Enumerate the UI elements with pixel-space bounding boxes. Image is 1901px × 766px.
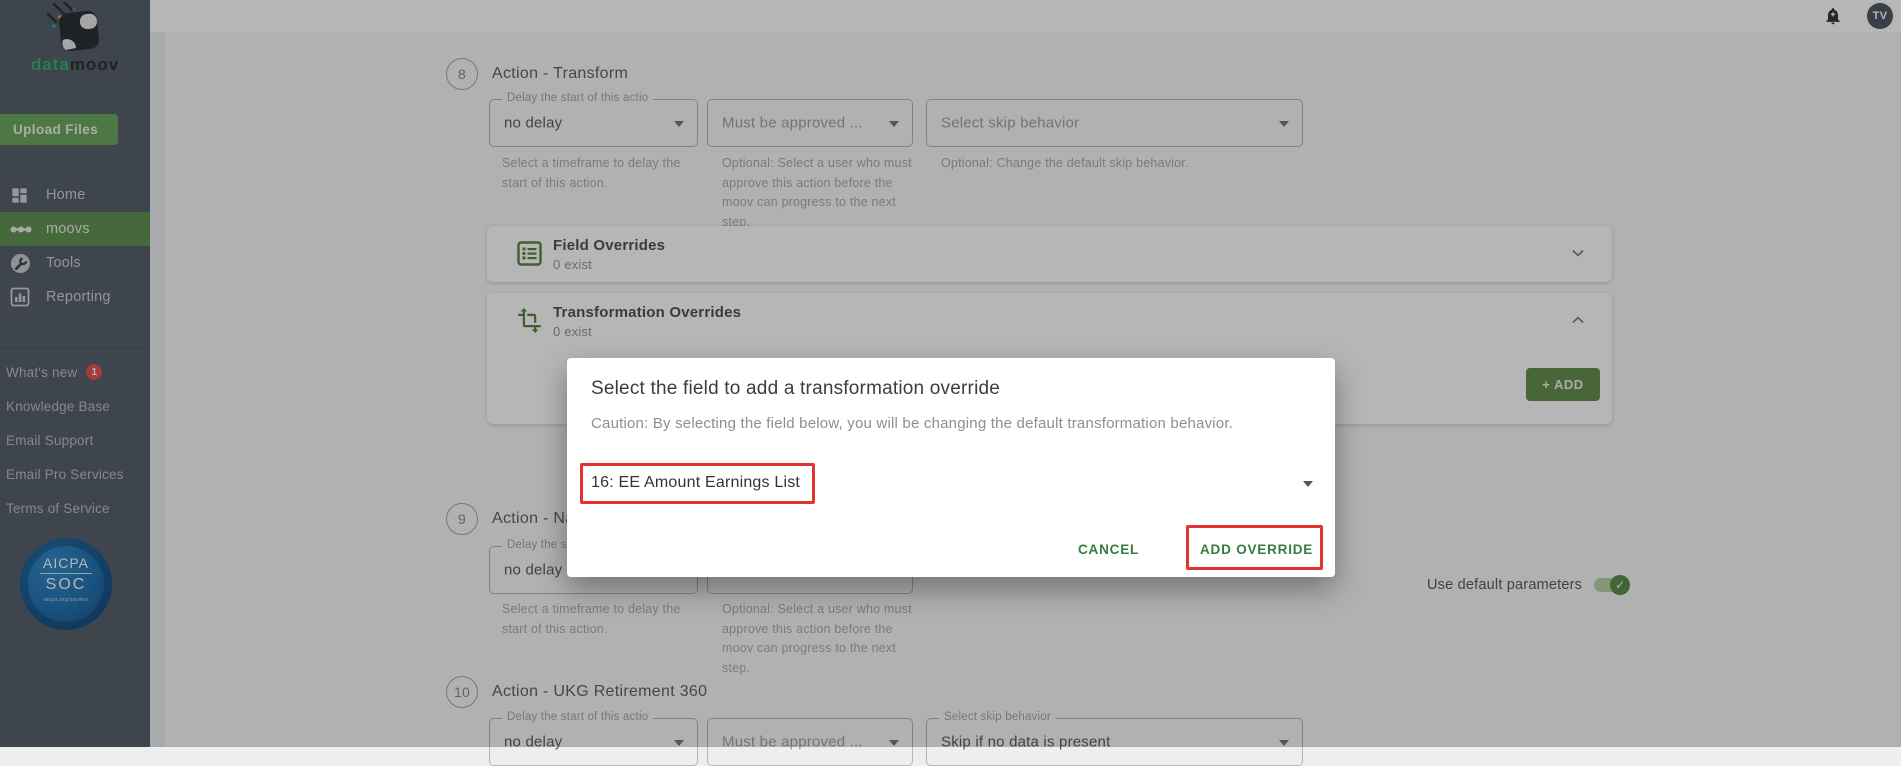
dropdown-arrow-icon (1303, 481, 1313, 487)
field-select-value: 16: EE Amount Earnings List (591, 474, 801, 491)
transformation-override-dialog: Select the field to add a transformation… (567, 358, 1335, 577)
cancel-button[interactable]: CANCEL (1070, 536, 1147, 563)
dialog-title: Select the field to add a transformation… (591, 378, 1001, 399)
add-override-confirm-button[interactable]: ADD OVERRIDE (1192, 536, 1321, 563)
field-select[interactable]: 16: EE Amount Earnings List (581, 466, 1321, 502)
dialog-caution-text: Caution: By selecting the field below, y… (591, 415, 1234, 432)
